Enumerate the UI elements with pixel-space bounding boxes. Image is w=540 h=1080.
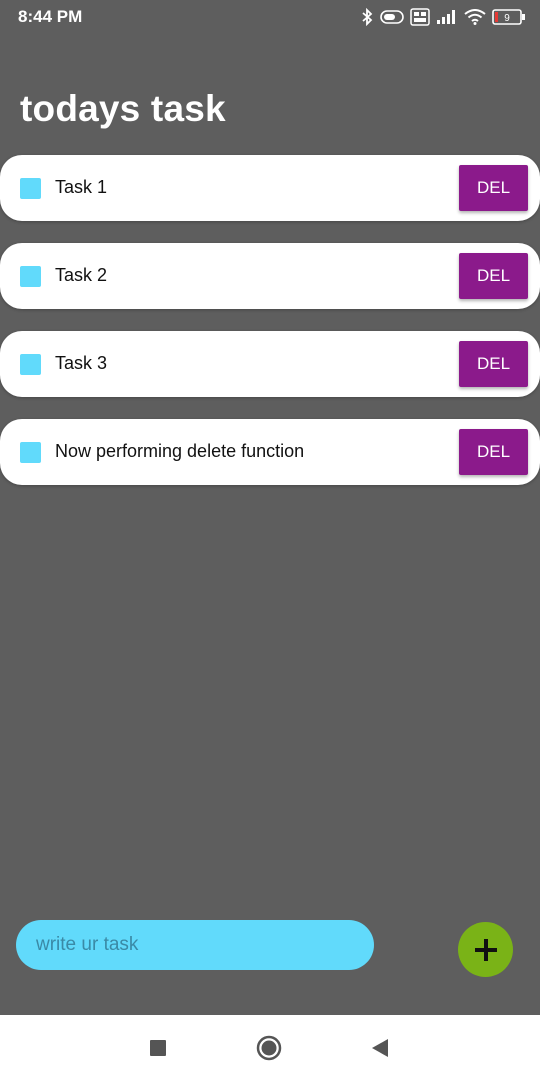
battery-level: 9 xyxy=(504,13,510,24)
task-item[interactable]: Task 1 DEL xyxy=(0,155,540,221)
delete-button[interactable]: DEL xyxy=(459,341,528,387)
task-item[interactable]: Now performing delete function DEL xyxy=(0,419,540,485)
task-label: Now performing delete function xyxy=(55,441,305,461)
add-task-button[interactable] xyxy=(458,922,513,977)
delete-button[interactable]: DEL xyxy=(459,253,528,299)
wifi-icon xyxy=(464,9,486,25)
home-circle-icon[interactable] xyxy=(256,1035,282,1061)
navigation-bar xyxy=(0,1015,540,1080)
volte-icon xyxy=(410,8,430,26)
battery-icon: 9 xyxy=(492,9,526,25)
task-list: Task 1 DEL Task 2 DEL Task 3 DEL Now per… xyxy=(0,155,540,507)
task-input[interactable] xyxy=(16,920,374,970)
task-checkbox[interactable] xyxy=(20,442,41,463)
task-label: Task 2 xyxy=(55,265,108,285)
status-time: 8:44 PM xyxy=(18,7,83,26)
bluetooth-icon xyxy=(360,8,374,26)
task-checkbox[interactable] xyxy=(20,178,41,199)
page-title: todays task xyxy=(20,88,226,129)
task-checkbox[interactable] xyxy=(20,266,41,287)
recents-square-icon[interactable] xyxy=(145,1035,171,1061)
task-label: Task 1 xyxy=(55,177,108,197)
task-checkbox[interactable] xyxy=(20,354,41,375)
plus-icon xyxy=(458,937,513,963)
back-triangle-icon[interactable] xyxy=(367,1035,393,1061)
signal-icon xyxy=(436,9,458,25)
status-icons: 9 xyxy=(360,6,526,28)
task-item[interactable]: Task 2 DEL xyxy=(0,243,540,309)
delete-button[interactable]: DEL xyxy=(459,429,528,475)
task-item[interactable]: Task 3 DEL xyxy=(0,331,540,397)
toggle-icon xyxy=(380,10,404,24)
task-label: Task 3 xyxy=(55,353,108,373)
delete-button[interactable]: DEL xyxy=(459,165,528,211)
status-bar: 8:44 PM 9 xyxy=(0,0,540,36)
